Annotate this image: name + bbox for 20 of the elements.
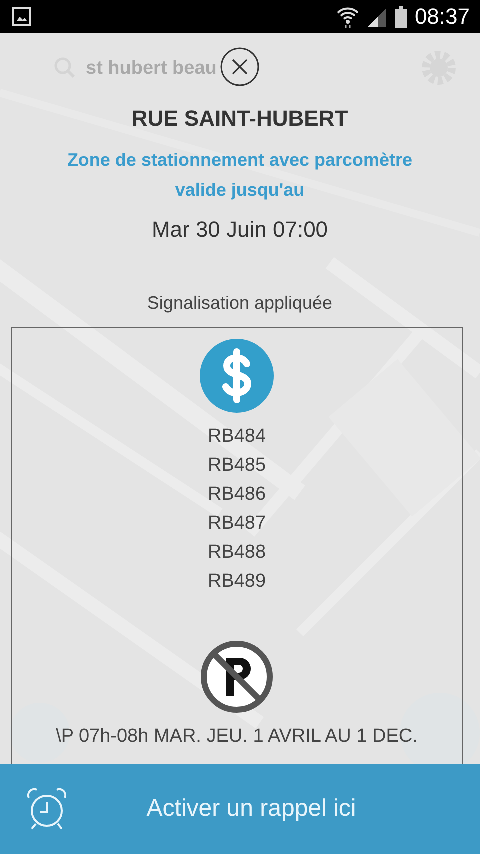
section-label: Signalisation appliquée: [147, 292, 333, 316]
sign-code: RB484: [208, 425, 266, 450]
clock-time: 08:37: [414, 6, 470, 28]
street-title: RUE SAINT-HUBERT: [132, 107, 348, 132]
alarm-clock-icon: [25, 787, 69, 831]
signal-icon: [366, 6, 387, 26]
sign-code: RB489: [208, 570, 266, 594]
reminder-button[interactable]: Activer un rappel ici: [0, 764, 480, 854]
sign-code: RB486: [208, 483, 266, 508]
sign-code: \P 07h-08h MAR. JEU. 1 AVRIL AU 1 DEC.: [56, 725, 418, 750]
search-field[interactable]: st hubert beau: [86, 58, 217, 78]
dollar-sign-icon: [199, 338, 275, 414]
battery-icon: [394, 6, 407, 28]
sign-code: RB485: [208, 454, 266, 478]
sign-code: RB487: [208, 512, 266, 536]
close-button[interactable]: [220, 47, 260, 87]
gallery-icon: [12, 6, 32, 26]
zone-description: Zone de stationnement avec parcomètre valide jusqu'au: [66, 149, 414, 202]
valid-until-date: Mar 30 Juin 07:00: [152, 216, 328, 244]
sign-code: RB488: [208, 541, 266, 566]
